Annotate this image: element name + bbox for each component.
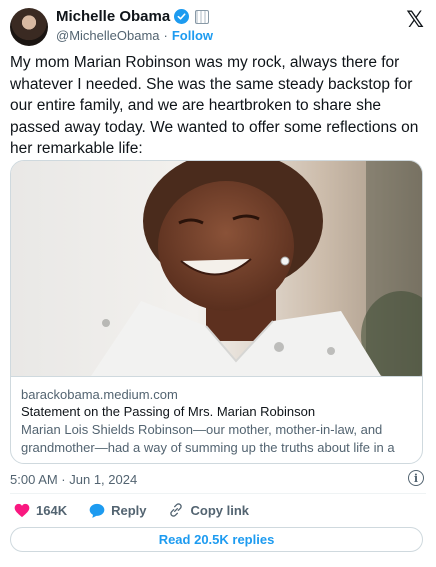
author-name-row: Michelle Obama [56, 8, 210, 25]
card-image[interactable] [11, 161, 422, 376]
copy-link-label: Copy link [190, 502, 249, 518]
card-title: Statement on the Passing of Mrs. Marian … [21, 404, 316, 419]
handle-row: @MichelleObama · Follow [56, 28, 213, 43]
info-icon[interactable]: i [408, 470, 424, 486]
tweet-text: My mom Marian Robinson was my rock, alwa… [10, 54, 419, 157]
x-logo-icon[interactable]: 𝕏 [406, 8, 424, 33]
read-replies-button[interactable]: Read 20.5K replies [10, 527, 423, 552]
link-card[interactable]: barackobama.medium.com Statement on the … [10, 160, 423, 464]
author-handle[interactable]: @MichelleObama [56, 28, 160, 43]
divider [10, 493, 426, 494]
reply-bubble-icon [89, 503, 105, 518]
action-bar: 164K Reply Copy link [14, 502, 249, 518]
verified-badge-icon[interactable] [174, 9, 190, 24]
card-domain: barackobama.medium.com [21, 387, 178, 402]
separator: · [163, 28, 168, 43]
author-name[interactable]: Michelle Obama [56, 8, 170, 25]
follow-button[interactable]: Follow [172, 28, 213, 43]
card-description: Marian Lois Shields Robinson—our mother,… [21, 422, 395, 463]
portrait-illustration [11, 161, 422, 376]
avatar[interactable] [10, 8, 48, 46]
reply-button[interactable]: Reply [89, 503, 146, 518]
like-count: 164K [36, 502, 68, 518]
reply-label: Reply [111, 502, 147, 518]
copy-link-button[interactable]: Copy link [168, 502, 249, 518]
timestamp[interactable]: 5:00 AM · Jun 1, 2024 [10, 472, 137, 487]
government-badge-icon[interactable] [195, 9, 210, 24]
heart-icon [14, 503, 30, 517]
like-button[interactable]: 164K [14, 503, 67, 518]
link-icon [170, 503, 183, 517]
card-info[interactable]: barackobama.medium.com Statement on the … [11, 376, 422, 463]
tweet-header: Michelle Obama @MichelleObama · Follow 𝕏 [10, 6, 426, 46]
